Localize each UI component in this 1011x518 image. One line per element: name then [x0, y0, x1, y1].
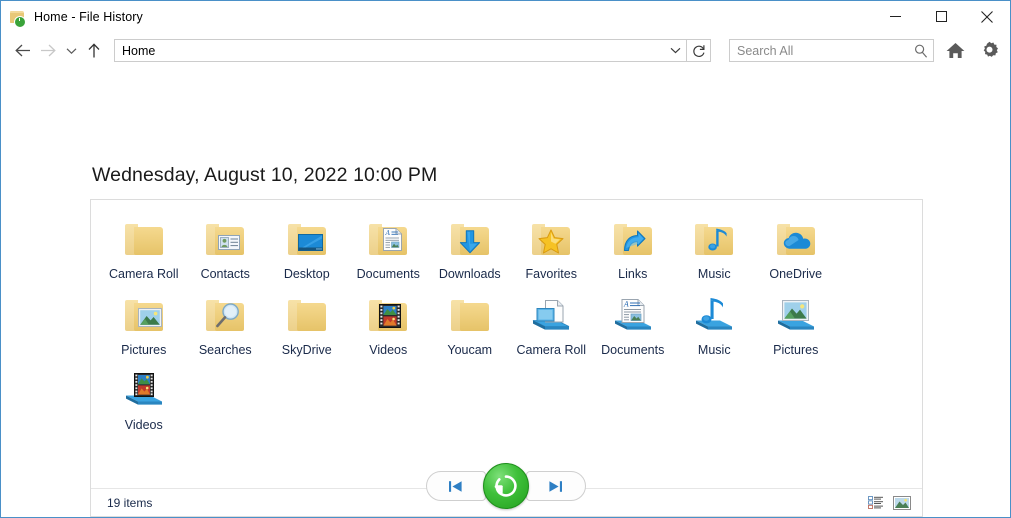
maximize-button[interactable] — [918, 1, 964, 32]
file-item-label: SkyDrive — [281, 342, 332, 357]
file-item-label: Favorites — [525, 267, 577, 281]
file-item[interactable]: Videos — [103, 359, 185, 435]
file-item[interactable]: Searches — [185, 284, 267, 360]
file-history-window: Home - File History Home Search All Wedn… — [0, 0, 1011, 518]
file-item-label: Documents — [601, 342, 665, 357]
folder-history-icon — [9, 8, 27, 28]
previous-version-button[interactable] — [425, 471, 486, 501]
folder-onedrive-icon — [772, 218, 820, 262]
file-item[interactable]: Downloads — [429, 208, 511, 284]
file-item-label: Videos — [124, 418, 163, 432]
date-heading: Wednesday, August 10, 2022 10:00 PM — [92, 164, 438, 186]
folder-documents-icon: A — [364, 218, 412, 262]
folder-desktop-icon — [283, 218, 331, 262]
file-item-label: Pictures — [773, 342, 819, 357]
file-item[interactable]: Camera Roll — [511, 284, 593, 360]
file-item[interactable]: A Documents — [592, 284, 674, 360]
navigation-toolbar: Home Search All — [1, 32, 1010, 69]
file-item[interactable]: Desktop — [266, 208, 348, 284]
title-bar: Home - File History — [1, 1, 1010, 32]
search-icon — [909, 40, 933, 61]
folder-links-icon — [609, 218, 657, 262]
library-videos-icon — [120, 369, 168, 413]
svg-text:A: A — [385, 229, 391, 237]
address-value: Home — [122, 43, 156, 58]
file-item-label: Downloads — [438, 267, 501, 281]
home-icon[interactable] — [942, 38, 968, 64]
up-button[interactable] — [81, 38, 107, 64]
file-item[interactable]: A Documents — [348, 208, 430, 284]
file-item-label: Desktop — [283, 267, 330, 281]
folder-plain-icon — [283, 294, 331, 338]
file-item[interactable]: Contacts — [185, 208, 267, 284]
file-item[interactable]: Music — [674, 284, 756, 360]
library-camera-roll-icon — [527, 294, 575, 338]
forward-button — [35, 38, 61, 64]
file-item-label: Music — [697, 267, 731, 281]
window-controls — [872, 1, 1010, 32]
file-item-label: Youcam — [447, 342, 493, 357]
file-item[interactable]: OneDrive — [755, 208, 837, 284]
file-item-label: Contacts — [200, 267, 250, 281]
file-item[interactable]: Favorites — [511, 208, 593, 284]
back-button[interactable] — [9, 38, 35, 64]
file-item[interactable]: Music — [674, 208, 756, 284]
file-item-label: Videos — [369, 342, 408, 357]
file-item[interactable]: Videos — [348, 284, 430, 360]
library-documents-icon: A — [609, 294, 657, 338]
folder-videos-icon — [364, 294, 412, 338]
address-bar[interactable]: Home — [114, 39, 687, 62]
window-title: Home - File History — [34, 9, 143, 24]
svg-text:A: A — [623, 300, 629, 308]
version-navigation — [1, 463, 1010, 509]
icon-grid: Camera Roll Contacts Desktop A Documents Down… — [103, 208, 910, 435]
file-item[interactable]: Pictures — [103, 284, 185, 360]
file-item[interactable]: Links — [592, 208, 674, 284]
file-item-label: Searches — [198, 342, 252, 357]
search-placeholder: Search All — [737, 43, 794, 58]
chevron-down-icon[interactable] — [664, 40, 686, 61]
folder-downloads-icon — [446, 218, 494, 262]
file-item-label: Pictures — [121, 342, 167, 357]
folder-favorites-icon — [527, 218, 575, 262]
next-version-button[interactable] — [525, 471, 586, 501]
file-item-label: Camera Roll — [109, 267, 179, 281]
folder-contacts-icon — [201, 218, 249, 262]
folder-searches-icon — [201, 294, 249, 338]
refresh-button[interactable] — [687, 39, 711, 62]
file-item[interactable]: Camera Roll — [103, 208, 185, 284]
folder-plain-icon — [446, 294, 494, 338]
folder-pictures-icon — [120, 294, 168, 338]
library-music-icon — [690, 294, 738, 338]
folder-plain-icon — [120, 218, 168, 262]
file-item-label: Links — [618, 267, 648, 281]
recent-locations-button[interactable] — [61, 38, 81, 64]
file-item-label: OneDrive — [769, 267, 823, 281]
file-item[interactable]: Youcam — [429, 284, 511, 360]
file-item[interactable]: Pictures — [755, 284, 837, 360]
search-input[interactable]: Search All — [729, 39, 934, 62]
file-item-label: Documents — [356, 267, 420, 281]
restore-button[interactable] — [482, 463, 529, 509]
minimize-button[interactable] — [872, 1, 918, 32]
gear-icon[interactable] — [976, 38, 1002, 64]
folder-music-icon — [690, 218, 738, 262]
file-item[interactable]: SkyDrive — [266, 284, 348, 360]
library-pictures-icon — [772, 294, 820, 338]
file-item-label: Camera Roll — [516, 342, 586, 357]
content-area: Wednesday, August 10, 2022 10:00 PM Came… — [1, 69, 1010, 517]
file-item-label: Music — [697, 342, 731, 357]
close-button[interactable] — [964, 1, 1010, 32]
